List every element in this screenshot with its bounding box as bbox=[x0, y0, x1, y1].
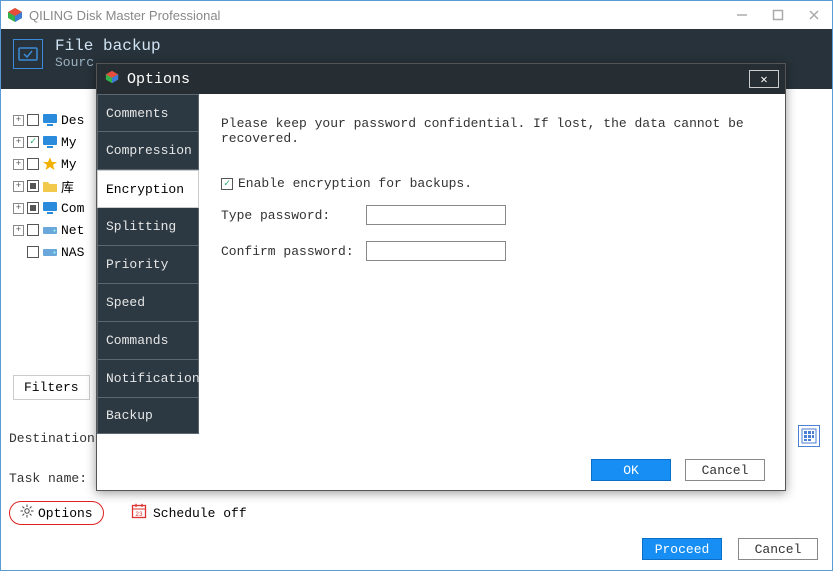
confirm-password-input[interactable] bbox=[366, 241, 506, 261]
tree-node-icon bbox=[42, 157, 58, 171]
tab-commands[interactable]: Commands bbox=[97, 322, 199, 360]
password-input[interactable] bbox=[366, 205, 506, 225]
file-backup-icon bbox=[13, 39, 43, 69]
tab-backup[interactable]: Backup bbox=[97, 398, 199, 434]
page-title: File backup bbox=[55, 37, 161, 55]
tree-node-icon bbox=[42, 179, 58, 193]
encryption-warning: Please keep your password confidential. … bbox=[221, 116, 771, 146]
dialog-ok-button[interactable]: OK bbox=[591, 459, 671, 481]
tree-node-label: 库 bbox=[61, 177, 74, 196]
dialog-close-button[interactable]: ✕ bbox=[749, 70, 779, 88]
options-dialog: Options ✕ CommentsCompressionEncryptionS… bbox=[96, 63, 786, 491]
maximize-button[interactable] bbox=[760, 1, 796, 29]
tree-checkbox[interactable] bbox=[27, 180, 39, 192]
gear-icon bbox=[20, 504, 34, 522]
tab-comments[interactable]: Comments bbox=[97, 94, 199, 132]
dialog-cancel-button[interactable]: Cancel bbox=[685, 459, 765, 481]
schedule-label: Schedule off bbox=[153, 506, 247, 521]
tree-checkbox[interactable] bbox=[27, 114, 39, 126]
tree-node-icon bbox=[42, 201, 58, 215]
options-link[interactable]: Options bbox=[9, 501, 104, 525]
calendar-icon-button[interactable] bbox=[798, 425, 820, 447]
app-logo-icon bbox=[7, 7, 23, 23]
tree-node-icon bbox=[42, 113, 58, 127]
tree-checkbox[interactable] bbox=[27, 224, 39, 236]
expand-icon[interactable]: + bbox=[13, 159, 24, 170]
options-link-label: Options bbox=[38, 506, 93, 521]
tree-node-label: My bbox=[61, 135, 77, 150]
tab-priority[interactable]: Priority bbox=[97, 246, 199, 284]
proceed-button[interactable]: Proceed bbox=[642, 538, 722, 560]
filters-button[interactable]: Filters bbox=[13, 375, 90, 400]
enable-encryption-label: Enable encryption for backups. bbox=[238, 176, 472, 191]
tab-splitting[interactable]: Splitting bbox=[97, 208, 199, 246]
expand-icon[interactable]: + bbox=[13, 225, 24, 236]
tab-encryption[interactable]: Encryption bbox=[97, 170, 199, 208]
tree-node-icon bbox=[42, 245, 58, 259]
tab-notification[interactable]: Notification bbox=[97, 360, 199, 398]
tree-node-icon bbox=[42, 223, 58, 237]
expand-icon[interactable]: + bbox=[13, 181, 24, 192]
tree-node-label: Des bbox=[61, 113, 84, 128]
tab-speed[interactable]: Speed bbox=[97, 284, 199, 322]
close-button[interactable] bbox=[796, 1, 832, 29]
tree-checkbox[interactable] bbox=[27, 246, 39, 258]
tree-checkbox[interactable] bbox=[27, 202, 39, 214]
dialog-title: Options bbox=[127, 71, 190, 88]
enable-encryption-checkbox[interactable] bbox=[221, 178, 233, 190]
dialog-logo-icon bbox=[105, 70, 119, 89]
svg-text:23: 23 bbox=[135, 511, 143, 518]
main-cancel-button[interactable]: Cancel bbox=[738, 538, 818, 560]
minimize-button[interactable] bbox=[724, 1, 760, 29]
schedule-link[interactable]: 23 Schedule off bbox=[131, 503, 247, 523]
calendar-icon: 23 bbox=[131, 503, 147, 523]
expand-icon[interactable]: + bbox=[13, 137, 24, 148]
confirm-password-label: Confirm password: bbox=[221, 244, 356, 259]
tree-node-icon bbox=[42, 135, 58, 149]
tree-checkbox[interactable] bbox=[27, 136, 39, 148]
tree-node-label: NAS bbox=[61, 245, 84, 260]
titlebar: QILING Disk Master Professional bbox=[1, 1, 832, 29]
tree-node-label: Net bbox=[61, 223, 84, 238]
expand-icon[interactable]: + bbox=[13, 115, 24, 126]
window-title: QILING Disk Master Professional bbox=[29, 8, 724, 23]
tab-compression[interactable]: Compression bbox=[97, 132, 199, 170]
tree-checkbox[interactable] bbox=[27, 158, 39, 170]
expand-icon[interactable]: + bbox=[13, 203, 24, 214]
tree-node-label: Com bbox=[61, 201, 84, 216]
dialog-tabs: CommentsCompressionEncryptionSplittingPr… bbox=[97, 94, 199, 450]
destination-label: Destination: bbox=[9, 431, 103, 446]
password-label: Type password: bbox=[221, 208, 356, 223]
encryption-panel: Please keep your password confidential. … bbox=[199, 94, 785, 450]
dialog-titlebar: Options ✕ bbox=[97, 64, 785, 94]
task-name-label: Task name: bbox=[9, 471, 87, 486]
tree-node-label: My bbox=[61, 157, 77, 172]
